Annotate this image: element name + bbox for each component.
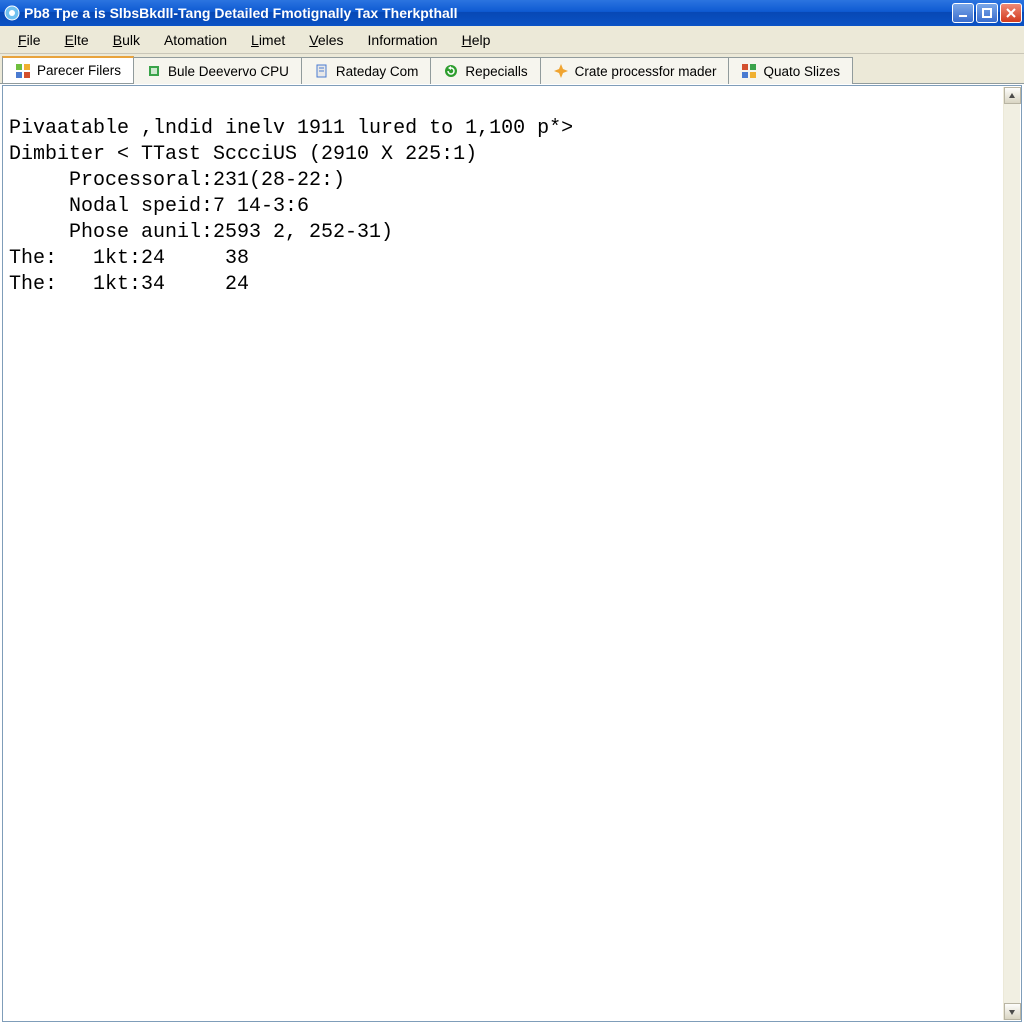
console-line: Dimbiter < TTast ScсciUS (2910 X 225:1) bbox=[9, 143, 477, 166]
tab-bule-deevervo-cpu[interactable]: Bule Deevervo CPU bbox=[133, 57, 302, 84]
menu-help[interactable]: Help bbox=[452, 29, 501, 51]
window-title: Pb8 Tpe a is SlbsBkdll-Tang Detailed Fmo… bbox=[24, 5, 952, 21]
doc-icon bbox=[314, 63, 330, 79]
close-button[interactable] bbox=[1000, 3, 1022, 23]
tab-repecialls[interactable]: Repecialls bbox=[430, 57, 540, 84]
menubar: File Elte Bulk Atomation Limet Veles Inf… bbox=[0, 26, 1024, 54]
tab-crate-processor-mader[interactable]: Crate processfor mader bbox=[540, 57, 730, 84]
toolbar-tabs: Parecer Filers Bule Deevervo CPU Rateday… bbox=[0, 54, 1024, 84]
tab-label: Quato Slizes bbox=[763, 64, 840, 79]
maximize-button[interactable] bbox=[976, 3, 998, 23]
console-line: Pivaatable ,lndid inelv 1911 lured to 1,… bbox=[9, 117, 573, 140]
scroll-up-button[interactable] bbox=[1004, 87, 1021, 104]
console-line: Phose aunil:2593 2, 252-31) bbox=[9, 221, 393, 244]
console-output: Pivaatable ,lndid inelv 1911 lured to 1,… bbox=[3, 86, 1021, 328]
console-line: Nodal speid:7 14-3:6 bbox=[9, 195, 309, 218]
app-icon bbox=[4, 5, 20, 21]
tab-label: Parecer Filers bbox=[37, 63, 121, 78]
tab-parecer-filers[interactable]: Parecer Filers bbox=[2, 56, 134, 83]
vertical-scrollbar[interactable] bbox=[1003, 87, 1020, 1020]
menu-file[interactable]: File bbox=[8, 29, 51, 51]
menu-atomation[interactable]: Atomation bbox=[154, 29, 237, 51]
menu-elte[interactable]: Elte bbox=[55, 29, 99, 51]
menu-limet[interactable]: Limet bbox=[241, 29, 295, 51]
tab-label: Bule Deevervo CPU bbox=[168, 64, 289, 79]
tab-rateday-com[interactable]: Rateday Com bbox=[301, 57, 432, 84]
titlebar: Pb8 Tpe a is SlbsBkdll-Tang Detailed Fmo… bbox=[0, 0, 1024, 26]
tab-label: Rateday Com bbox=[336, 64, 419, 79]
tab-label: Repecialls bbox=[465, 64, 527, 79]
minimize-button[interactable] bbox=[952, 3, 974, 23]
console-line: Processoral:231(28-22:) bbox=[9, 169, 345, 192]
console-panel: Pivaatable ,lndid inelv 1911 lured to 1,… bbox=[2, 85, 1022, 1022]
console-line: The: 1kt:24 38 bbox=[9, 247, 249, 270]
grid-icon bbox=[15, 63, 31, 79]
console-line: The: 1kt:34 24 bbox=[9, 273, 249, 296]
window-controls bbox=[952, 3, 1022, 23]
spark-icon bbox=[553, 63, 569, 79]
chip-icon bbox=[146, 63, 162, 79]
scroll-down-button[interactable] bbox=[1004, 1003, 1021, 1020]
menu-bulk[interactable]: Bulk bbox=[103, 29, 150, 51]
tiles-icon bbox=[741, 63, 757, 79]
menu-information[interactable]: Information bbox=[358, 29, 448, 51]
refresh-icon bbox=[443, 63, 459, 79]
tab-label: Crate processfor mader bbox=[575, 64, 717, 79]
tab-quato-slizes[interactable]: Quato Slizes bbox=[728, 57, 853, 84]
menu-veles[interactable]: Veles bbox=[299, 29, 353, 51]
content-area: Pivaatable ,lndid inelv 1911 lured to 1,… bbox=[0, 84, 1024, 1024]
